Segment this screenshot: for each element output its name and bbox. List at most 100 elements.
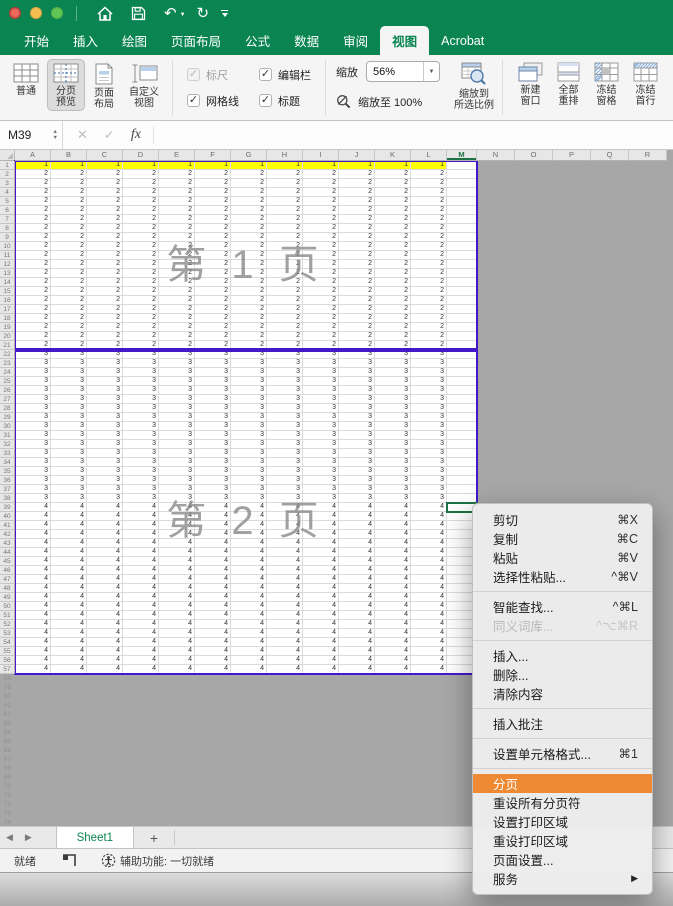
cell[interactable]: 4 [195,584,231,593]
row-header-8[interactable]: 8 [0,224,15,233]
cell[interactable]: 4 [123,557,159,566]
cell[interactable]: 2 [339,251,375,260]
cell[interactable]: 4 [123,575,159,584]
cell[interactable]: 4 [411,602,447,611]
cell[interactable]: 4 [231,647,267,656]
cell[interactable]: 4 [159,548,195,557]
cell[interactable]: 2 [411,305,447,314]
cell[interactable]: 4 [411,584,447,593]
cell[interactable]: 4 [411,521,447,530]
cell[interactable]: 4 [303,548,339,557]
column-header-D[interactable]: D [123,150,159,161]
cell[interactable]: 1 [195,161,231,170]
cell[interactable]: 4 [303,629,339,638]
cell[interactable]: 4 [267,593,303,602]
cell[interactable]: 2 [123,269,159,278]
cell[interactable]: 2 [339,233,375,242]
cell[interactable]: 4 [375,575,411,584]
cell[interactable]: 4 [195,593,231,602]
cell[interactable]: 3 [195,395,231,404]
menu-item-insert-page-break[interactable]: 分页 [473,774,652,793]
cell[interactable]: 4 [339,503,375,512]
cell[interactable]: 2 [375,188,411,197]
cell[interactable]: 4 [195,602,231,611]
cell[interactable]: 4 [51,575,87,584]
row-header-27[interactable]: 27 [0,395,15,404]
cell[interactable]: 3 [375,467,411,476]
cell[interactable]: 2 [87,251,123,260]
cell[interactable]: 3 [339,476,375,485]
cell[interactable]: 4 [303,539,339,548]
cell[interactable]: 4 [87,566,123,575]
zoom-dropdown-icon[interactable]: ▼ [423,62,439,81]
cell[interactable]: 2 [411,170,447,179]
cell[interactable]: 3 [159,404,195,413]
cell[interactable]: 3 [267,440,303,449]
cell[interactable]: 4 [159,575,195,584]
cell[interactable]: 4 [231,638,267,647]
cell[interactable]: 4 [303,584,339,593]
row-header-50[interactable]: 50 [0,602,15,611]
cell[interactable]: 3 [267,485,303,494]
cell[interactable]: 2 [375,170,411,179]
cell[interactable]: 3 [411,404,447,413]
cell[interactable]: 2 [159,197,195,206]
cell[interactable]: 2 [159,188,195,197]
cell[interactable]: 3 [375,440,411,449]
cell[interactable]: 2 [231,260,267,269]
column-header-H[interactable]: H [267,150,303,161]
row-header-38[interactable]: 38 [0,494,15,503]
cell[interactable]: 2 [195,278,231,287]
cell[interactable]: 2 [267,287,303,296]
cell[interactable]: 4 [15,665,51,674]
cell[interactable]: 2 [303,269,339,278]
cell[interactable]: 3 [339,485,375,494]
cell[interactable]: 3 [159,440,195,449]
cell[interactable]: 2 [231,323,267,332]
cell[interactable]: 3 [87,395,123,404]
cell[interactable]: 4 [51,548,87,557]
cell[interactable]: 3 [411,386,447,395]
cell[interactable]: 2 [87,323,123,332]
cell[interactable]: 3 [375,449,411,458]
cell[interactable]: 3 [339,395,375,404]
page-break-preview-view-button[interactable]: 分页 预览 [47,59,85,111]
cell[interactable]: 3 [15,485,51,494]
cell[interactable]: 2 [375,260,411,269]
menu-item-smart-lookup[interactable]: 智能查找... ^⌘L [473,597,652,616]
cell[interactable]: 4 [51,611,87,620]
cell[interactable]: 4 [51,503,87,512]
cell[interactable]: 3 [123,431,159,440]
cell[interactable]: 2 [267,323,303,332]
row-header-67[interactable]: 67 [0,755,15,764]
cell[interactable]: 4 [267,638,303,647]
cell[interactable]: 2 [51,233,87,242]
cell[interactable]: 3 [231,386,267,395]
cell[interactable]: 3 [51,440,87,449]
cell[interactable]: 2 [15,179,51,188]
cell[interactable]: 2 [375,269,411,278]
cell[interactable]: 4 [159,503,195,512]
cell[interactable]: 3 [303,359,339,368]
cell[interactable]: 3 [411,476,447,485]
row-header-23[interactable]: 23 [0,359,15,368]
cell[interactable]: 1 [375,161,411,170]
cell[interactable]: 3 [267,476,303,485]
cell[interactable]: 2 [87,278,123,287]
row-header-65[interactable]: 65 [0,737,15,746]
cell[interactable]: 2 [339,242,375,251]
cell[interactable]: 4 [195,557,231,566]
row-header-3[interactable]: 3 [0,179,15,188]
cell[interactable]: 2 [15,323,51,332]
cell[interactable]: 2 [123,287,159,296]
cell[interactable]: 3 [339,368,375,377]
cell[interactable]: 2 [51,287,87,296]
row-header-41[interactable]: 41 [0,521,15,530]
cell[interactable]: 2 [15,305,51,314]
cell[interactable]: 2 [267,314,303,323]
cell[interactable]: 3 [159,359,195,368]
row-header-54[interactable]: 54 [0,638,15,647]
cell[interactable]: 2 [87,260,123,269]
cell[interactable]: 2 [123,278,159,287]
cell[interactable]: 2 [123,314,159,323]
